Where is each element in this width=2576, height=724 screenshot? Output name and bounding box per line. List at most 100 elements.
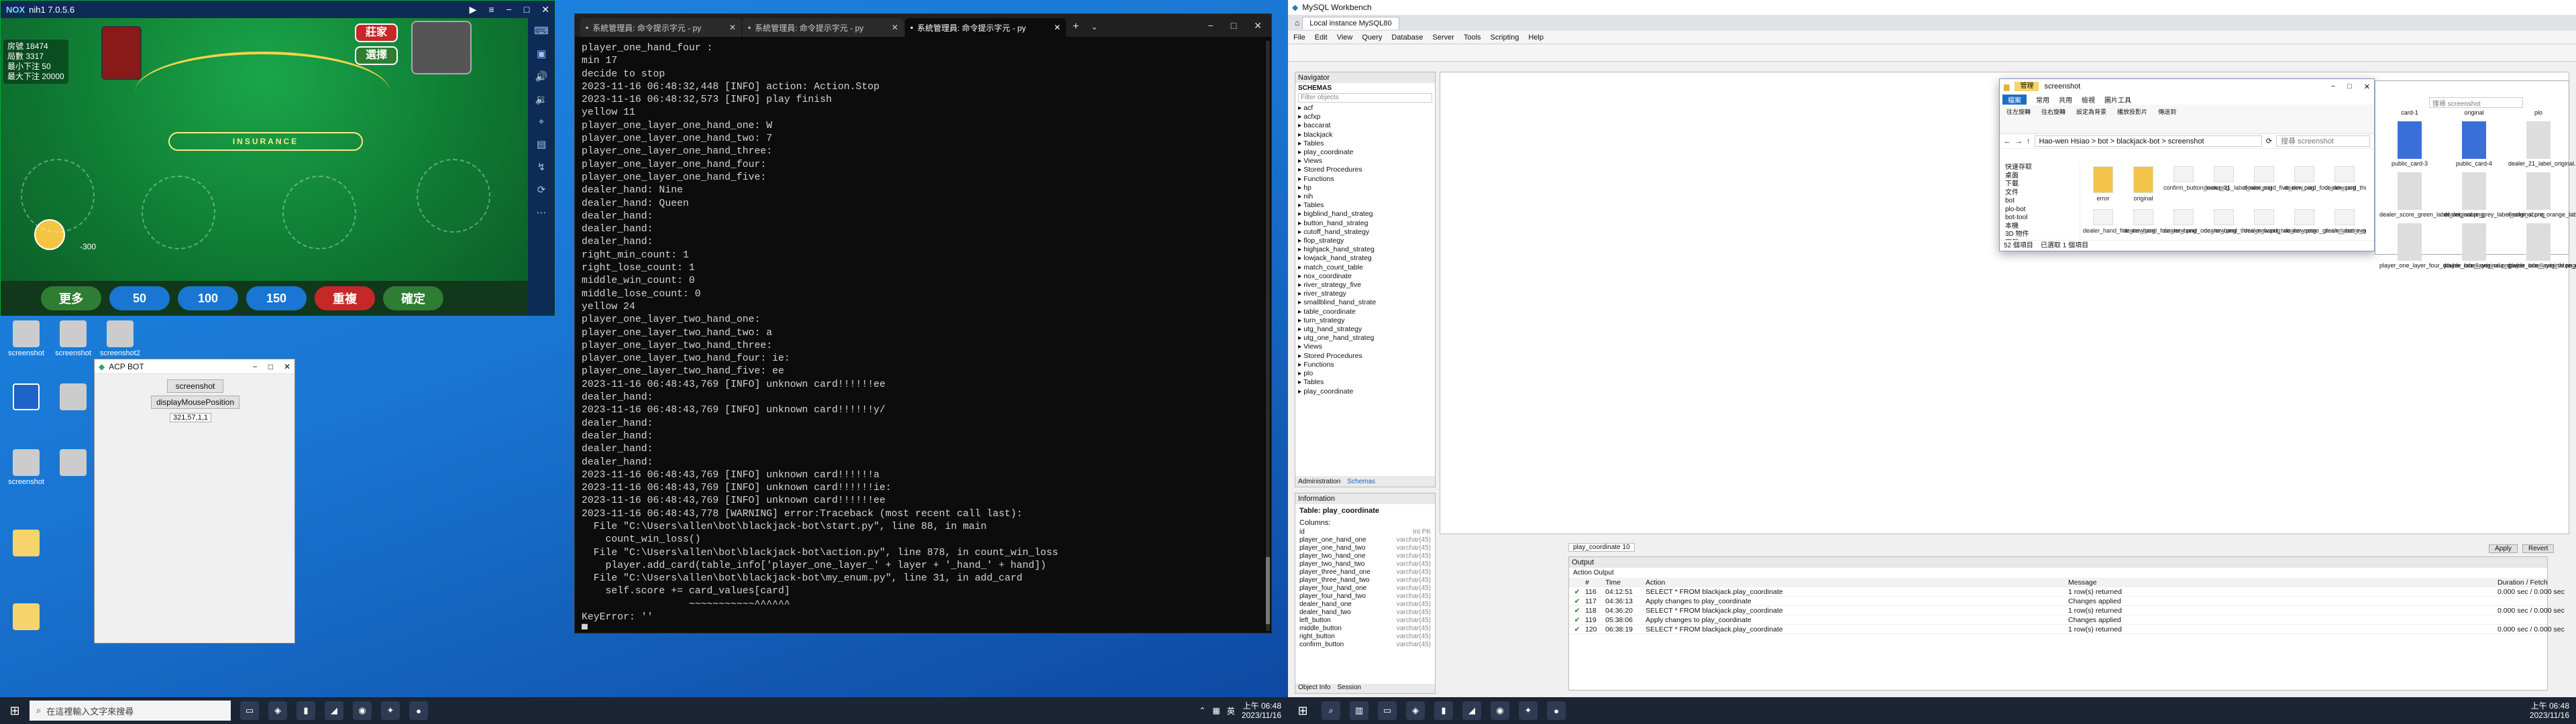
menu-scripting[interactable]: Scripting [1491,34,1519,42]
schema-tree-item[interactable]: ▸ Tables [1298,139,1432,148]
minimize-icon[interactable]: − [2331,82,2335,91]
vscode-icon[interactable]: ◢ [1462,701,1481,720]
schema-tree-item[interactable]: ▸ acfxp [1298,113,1432,121]
nav-pane-item[interactable]: 本機 [2005,223,2080,231]
manage-context-tab[interactable]: 管理 [2015,82,2039,91]
ime-indicator[interactable]: 英 [1227,705,1235,717]
file-explorer-icon[interactable]: ▭ [1378,701,1397,720]
schema-tree-item[interactable]: ▸ table_coordinate [1298,308,1432,316]
schema-tree-item[interactable]: ▸ play_coordinate [1298,387,1432,396]
terminal-icon[interactable]: ▮ [297,701,315,720]
file-item[interactable]: dealer_score_grey_label_new.png [2324,206,2366,241]
nav-pane-item[interactable]: 下載 [2005,180,2080,189]
schema-tree-item[interactable]: ▸ utg_one_hand_strateg [1298,334,1432,343]
explorer-nav-pane[interactable]: 快速存取桌面下載文件botplo-botbot-tool本機3D 物件下載文件音… [2000,164,2080,241]
menu-help[interactable]: Help [1528,34,1544,42]
desktop-icon[interactable] [3,383,50,412]
schema-tree-item[interactable]: ▸ Functions [1298,361,1432,369]
explorer-search-input[interactable]: 搜尋 screenshot [2276,135,2370,147]
file-item[interactable]: dealer_hand_two_new.png [2244,206,2316,241]
menu-file[interactable]: File [1293,34,1305,42]
folder-header[interactable]: original [2444,109,2504,116]
home-icon[interactable]: ⌂ [1295,18,1299,27]
search-icon[interactable]: ⌕ [1322,701,1340,720]
schema-tree-item[interactable]: ▸ Stored Procedures [1298,166,1432,174]
menu-query[interactable]: Query [1362,34,1382,42]
nav-pane-item[interactable]: bot [2005,197,2080,206]
volume-down-icon[interactable]: 🔉 [535,93,548,105]
administration-tab[interactable]: Administration [1298,478,1340,485]
chip-150-button[interactable]: 150 [246,286,307,310]
terminal-scrollbar[interactable] [1266,41,1270,631]
back-icon[interactable]: ← [2004,137,2011,145]
terminal-output[interactable]: player_one_hand_four : min 17 decide to st… [582,42,1259,629]
ribbon-tab-home[interactable]: 常用 [2036,95,2049,105]
ribbon-tab-picture-tools[interactable]: 圖片工具 [2104,95,2131,105]
keyboard-icon[interactable]: ⌨ [534,25,549,37]
filter-objects-input[interactable]: Filter objects [1298,93,1432,103]
schema-tree-item[interactable]: ▸ river_strategy [1298,290,1432,298]
file-grid[interactable]: error original confirm_button_new.png deale… [2083,164,2366,241]
mysql-workbench-icon[interactable]: ◈ [1406,701,1425,720]
minimize-icon[interactable]: − [506,4,512,15]
menu-tools[interactable]: Tools [1464,34,1481,42]
schema-tree-item[interactable]: ▸ nih [1298,192,1432,201]
breadcrumb[interactable]: Hao-wen Hsiao > bot > blackjack-bot > sc… [2034,135,2262,147]
line-icon[interactable]: ● [1547,701,1566,720]
desktop-icon[interactable]: screenshot [3,449,50,486]
close-icon[interactable]: ✕ [2364,82,2370,91]
file-item[interactable]: error [2083,164,2123,205]
explorer2-search-input[interactable]: 搜尋 screenshot [2429,97,2523,108]
maximize-icon[interactable]: □ [524,4,529,15]
terminal-tab[interactable]: ▪ 系統管理員: 命令提示字元 - py ✕ [743,18,904,37]
file-item[interactable]: dealer_score_green_label_new.png [2284,206,2366,241]
desktop-icon[interactable]: screenshot [50,320,97,357]
schema-tree-item[interactable]: ▸ Views [1298,343,1432,351]
result-tab[interactable]: play_coordinate 10 [1568,543,1635,552]
screenshot-icon[interactable]: ▣ [537,48,546,60]
file-grid-2[interactable]: card-1 original plo public_card-3 public_car… [2379,109,2576,269]
ribbon-tab-view[interactable]: 檢視 [2082,95,2095,105]
chrome-icon[interactable]: ◉ [1491,701,1509,720]
repeat-button[interactable]: 重複 [315,286,375,310]
nav-pane-item[interactable]: bot-tool [2005,214,2080,223]
file-item[interactable]: public_card-4 [2444,120,2504,167]
file-item[interactable]: confirm_button_new.png [2163,164,2229,205]
tab-dropdown-icon[interactable]: ⌄ [1085,22,1103,37]
mysql-workbench-icon[interactable]: ◈ [268,701,287,720]
nox-icon[interactable]: ✦ [381,701,400,720]
schema-tree-item[interactable]: ▸ turn_strategy [1298,316,1432,325]
desktop-icon[interactable] [3,530,50,558]
schema-tree-item[interactable]: ▸ flop_strategy [1298,237,1432,245]
file-item[interactable]: dealer_hand_three_new.png [2204,206,2280,241]
file-item[interactable]: dealer_card_four_new.png [2284,164,2356,205]
more-icon[interactable]: ⋯ [537,206,547,219]
schema-tree-item[interactable]: ▸ nox_coordinate [1298,272,1432,281]
minimize-icon[interactable]: − [253,362,258,371]
confirm-button[interactable]: 確定 [383,286,443,310]
revert-button[interactable]: Revert [2522,544,2555,553]
schema-tree-item[interactable]: ▸ acf [1298,104,1432,113]
rotate-left-button[interactable]: 往左旋轉 [2006,107,2031,131]
chip-100-button[interactable]: 100 [178,286,238,310]
set-background-button[interactable]: 設定為背景 [2076,107,2106,131]
taskbar-search[interactable]: ⌕ 在這裡輸入文字來搜尋 [30,701,231,721]
maximize-icon[interactable]: □ [2347,82,2352,91]
menu-view[interactable]: View [1337,34,1353,42]
nav-pane-item[interactable]: 3D 物件 [2005,231,2080,239]
schema-tree-item[interactable]: ▸ smallblind_hand_strate [1298,298,1432,307]
ribbon-tab-share[interactable]: 共用 [2059,95,2072,105]
desktop-icon[interactable] [50,383,97,412]
output-row[interactable]: ✔ 118 04:36:20 SELECT * FROM blackjack.play… [1569,606,2565,615]
schema-tree-item[interactable]: ▸ Functions [1298,175,1432,184]
schema-tree-item[interactable]: ▸ river_strategy_five [1298,281,1432,290]
terminal-tab-active[interactable]: ▪ 系統管理員: 命令提示字元 - py ✕ [905,18,1066,37]
object-info-tab[interactable]: Object Info [1298,684,1330,693]
close-tab-icon[interactable]: ✕ [729,23,736,32]
output-row[interactable]: ✔ 117 04:36:13 Apply changes to play_coordi… [1569,597,2547,606]
terminal-tab[interactable]: ▪ 系統管理員: 命令提示字元 - py ✕ [580,18,741,37]
display-mouse-position-button[interactable]: displayMousePosition [151,396,239,409]
volume-up-icon[interactable]: 🔊 [535,70,548,82]
more-button[interactable]: 更多 [41,286,101,310]
refresh-icon[interactable]: ⟳ [2266,137,2272,145]
